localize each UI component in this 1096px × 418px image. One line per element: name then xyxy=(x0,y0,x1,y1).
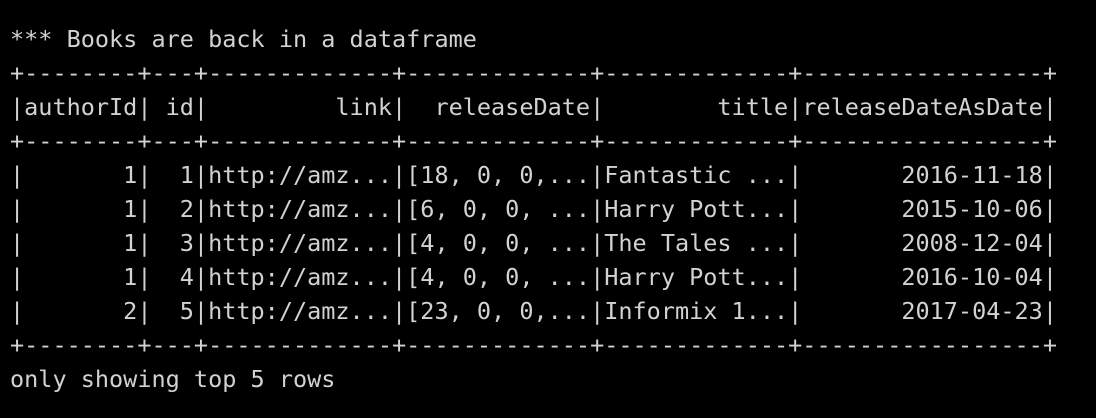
output-heading: *** Books are back in a dataframe xyxy=(10,25,477,53)
table-row: | 1| 4|http://amz...|[4, 0, 0, ...|Harry… xyxy=(10,263,1057,291)
table-border-bottom: +--------+---+-------------+------------… xyxy=(10,331,1057,359)
table-border-mid: +--------+---+-------------+------------… xyxy=(10,127,1057,155)
table-border-top: +--------+---+-------------+------------… xyxy=(10,59,1057,87)
terminal-window[interactable]: *** Books are back in a dataframe +-----… xyxy=(0,0,1096,418)
table-header-row: |authorId| id| link| releaseDate| title|… xyxy=(10,93,1057,121)
table-row: | 1| 3|http://amz...|[4, 0, 0, ...|The T… xyxy=(10,229,1057,257)
table-row: | 1| 2|http://amz...|[6, 0, 0, ...|Harry… xyxy=(10,195,1057,223)
output-footer: only showing top 5 rows xyxy=(10,365,336,393)
table-row: | 1| 1|http://amz...|[18, 0, 0,...|Fanta… xyxy=(10,161,1057,189)
table-row: | 2| 5|http://amz...|[23, 0, 0,...|Infor… xyxy=(10,297,1057,325)
